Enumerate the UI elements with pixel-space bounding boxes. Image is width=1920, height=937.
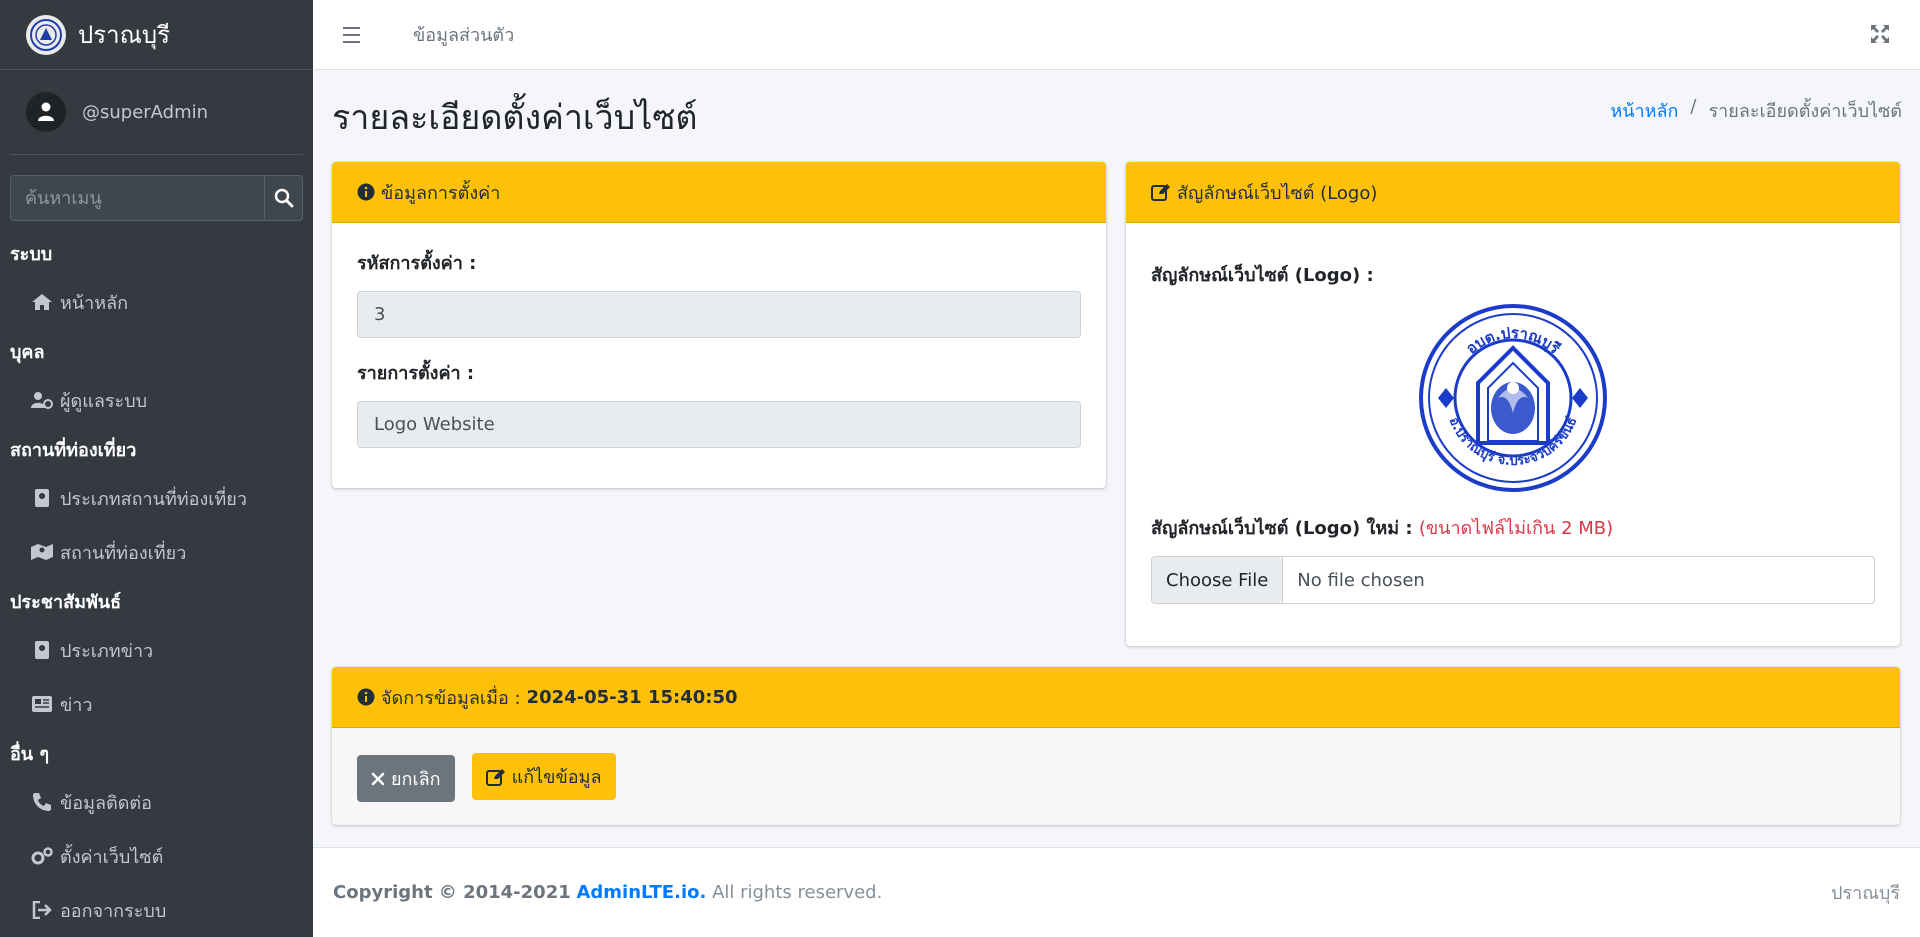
- brand-link[interactable]: ปราณบุรี: [0, 0, 313, 70]
- manage-label: จัดการข้อมูลเมื่อ :: [381, 687, 521, 709]
- info-circle-icon: [357, 688, 375, 706]
- sidebar-search: [10, 175, 303, 221]
- sidebar-item-label: ข่าว: [60, 694, 93, 716]
- menu-toggle-icon[interactable]: [343, 26, 373, 43]
- sidebar-item-news-types[interactable]: ประเภทข่าว: [0, 623, 313, 677]
- sidebar-item-label: ออกจากระบบ: [60, 900, 167, 922]
- book-icon: [30, 487, 54, 509]
- sidebar-item-label: ผู้ดูแลระบบ: [60, 390, 148, 412]
- edit-button-label: แก้ไขข้อมูล: [511, 767, 602, 788]
- nav-header-other: อื่น ๆ: [10, 743, 50, 765]
- cogs-icon: [30, 845, 54, 867]
- brand-logo-icon: [26, 14, 66, 55]
- footer-copyright: Copyright © 2014-2021: [333, 882, 571, 903]
- setting-item-field: Logo Website: [357, 401, 1081, 448]
- setting-code-label: รหัสการตั้งค่า :: [357, 253, 477, 274]
- sidebar-item-site-settings[interactable]: ตั้งค่าเว็บไซต์: [0, 829, 313, 883]
- manage-timestamp: 2024-05-31 15:40:50: [526, 686, 738, 708]
- footer-rights: All rights reserved.: [712, 882, 883, 903]
- top-navbar: ข้อมูลส่วนตัว: [313, 0, 1920, 70]
- sidebar-item-tourism-places[interactable]: สถานที่ท่องเที่ยว: [0, 525, 313, 579]
- file-status: No file chosen: [1297, 569, 1425, 591]
- sidebar-item-home[interactable]: หน้าหลัก: [0, 275, 313, 329]
- sidebar-item-label: ประเภทสถานที่ท่องเที่ยว: [60, 488, 247, 510]
- file-size-hint: (ขนาดไฟล์ไม่เกิน 2 MB): [1418, 518, 1614, 539]
- nav-header-pr: ประชาสัมพันธ์: [10, 591, 122, 613]
- user-icon: [38, 102, 54, 121]
- sidebar-item-news[interactable]: ข่าว: [0, 677, 313, 731]
- nav-header-system: ระบบ: [10, 243, 53, 265]
- new-logo-label: สัญลักษณ์เว็บไซต์ (Logo) ใหม่ : (ขนาดไฟล…: [1151, 513, 1875, 542]
- edit-icon: [485, 768, 506, 786]
- manage-card: จัดการข้อมูลเมื่อ : 2024-05-31 15:40:50 …: [332, 667, 1900, 825]
- new-logo-label-text: สัญลักษณ์เว็บไซต์ (Logo) ใหม่ :: [1151, 518, 1413, 539]
- search-button[interactable]: [264, 175, 303, 221]
- user-name: @superAdmin: [82, 101, 209, 123]
- settings-card-title: ข้อมูลการตั้งค่า: [381, 182, 501, 204]
- sidebar-item-contact[interactable]: ข้อมูลติดต่อ: [0, 775, 313, 829]
- user-panel[interactable]: @superAdmin: [10, 70, 303, 155]
- logo-card-header: สัญลักษณ์เว็บไซต์ (Logo): [1126, 162, 1900, 223]
- setting-item-label: รายการตั้งค่า :: [357, 363, 475, 384]
- org-seal-logo: อบต.ปราณบุรี อ.ปราณบุรี จ.ประจวบคีรีขันธ…: [1419, 304, 1607, 492]
- info-circle-icon: [357, 183, 375, 201]
- current-logo: อบต.ปราณบุรี อ.ปราณบุรี จ.ประจวบคีรีขันธ…: [1151, 303, 1875, 493]
- search-input[interactable]: [10, 175, 264, 221]
- choose-file-button[interactable]: Choose File: [1152, 557, 1284, 603]
- edit-button[interactable]: แก้ไขข้อมูล: [471, 753, 616, 800]
- logo-card: สัญลักษณ์เว็บไซต์ (Logo) สัญลักษณ์เว็บไซ…: [1126, 162, 1900, 646]
- home-icon: [30, 291, 54, 313]
- sign-out-icon: [30, 899, 54, 921]
- sidebar-item-label: ข้อมูลติดต่อ: [60, 792, 152, 814]
- nav-header-people: บุคล: [10, 341, 45, 363]
- logo-card-title: สัญลักษณ์เว็บไซต์ (Logo): [1177, 182, 1378, 204]
- logo-file-input[interactable]: Choose File No file chosen: [1151, 556, 1875, 604]
- footer-right-text: ปราณบุรี: [1831, 883, 1900, 904]
- sidebar-item-label: สถานที่ท่องเที่ยว: [60, 542, 187, 564]
- breadcrumb: หน้าหลัก / รายละเอียดตั้งค่าเว็บไซต์: [1610, 96, 1902, 125]
- nav-header-tourism: สถานที่ท่องเที่ยว: [10, 439, 137, 461]
- avatar: [26, 92, 66, 132]
- search-icon: [274, 188, 293, 208]
- content-wrapper: รายละเอียดตั้งค่าเว็บไซต์ หน้าหลัก / ราย…: [313, 70, 1920, 847]
- user-cog-icon: [30, 389, 54, 411]
- sidebar-item-tourism-types[interactable]: ประเภทสถานที่ท่องเที่ยว: [0, 471, 313, 525]
- cancel-button[interactable]: ยกเลิก: [357, 755, 455, 802]
- settings-card-header: ข้อมูลการตั้งค่า: [332, 162, 1106, 223]
- current-logo-label: สัญลักษณ์เว็บไซต์ (Logo) :: [1151, 265, 1374, 286]
- breadcrumb-separator: /: [1690, 96, 1697, 117]
- phone-icon: [30, 791, 54, 813]
- sidebar-item-label: หน้าหลัก: [60, 292, 129, 314]
- manage-card-header: จัดการข้อมูลเมื่อ : 2024-05-31 15:40:50: [332, 667, 1900, 728]
- breadcrumb-home[interactable]: หน้าหลัก: [1610, 96, 1678, 125]
- newspaper-icon: [30, 693, 54, 715]
- sidebar-item-admins[interactable]: ผู้ดูแลระบบ: [0, 373, 313, 427]
- settings-card: ข้อมูลการตั้งค่า รหัสการตั้งค่า : 3 รายก…: [332, 162, 1106, 488]
- footer-link[interactable]: AdminLTE.io.: [576, 882, 706, 903]
- breadcrumb-current: รายละเอียดตั้งค่าเว็บไซต์: [1708, 101, 1903, 122]
- sidebar: ปราณบุรี @superAdmin ระบบ หน้าหลัก บุคล …: [0, 0, 313, 937]
- sidebar-nav: ระบบ หน้าหลัก บุคล ผู้ดูแลระบบ สถานที่ท่…: [0, 231, 313, 937]
- cancel-button-label: ยกเลิก: [391, 769, 441, 790]
- sidebar-item-logout[interactable]: ออกจากระบบ: [0, 883, 313, 937]
- map-icon: [30, 541, 54, 563]
- setting-code-field: 3: [357, 291, 1081, 338]
- sidebar-item-label: ประเภทข่าว: [60, 640, 154, 662]
- edit-icon: [1151, 183, 1171, 201]
- page-title: รายละเอียดตั้งค่าเว็บไซต์: [332, 98, 698, 138]
- profile-link[interactable]: ข้อมูลส่วนตัว: [413, 20, 514, 49]
- footer-left: Copyright © 2014-2021 AdminLTE.io. All r…: [333, 882, 882, 903]
- close-icon: [371, 772, 385, 786]
- book-icon: [30, 639, 54, 661]
- sidebar-item-label: ตั้งค่าเว็บไซต์: [60, 846, 164, 868]
- fullscreen-icon[interactable]: [1870, 24, 1890, 48]
- footer: Copyright © 2014-2021 AdminLTE.io. All r…: [313, 847, 1920, 937]
- brand-name: ปราณบุรี: [78, 21, 170, 49]
